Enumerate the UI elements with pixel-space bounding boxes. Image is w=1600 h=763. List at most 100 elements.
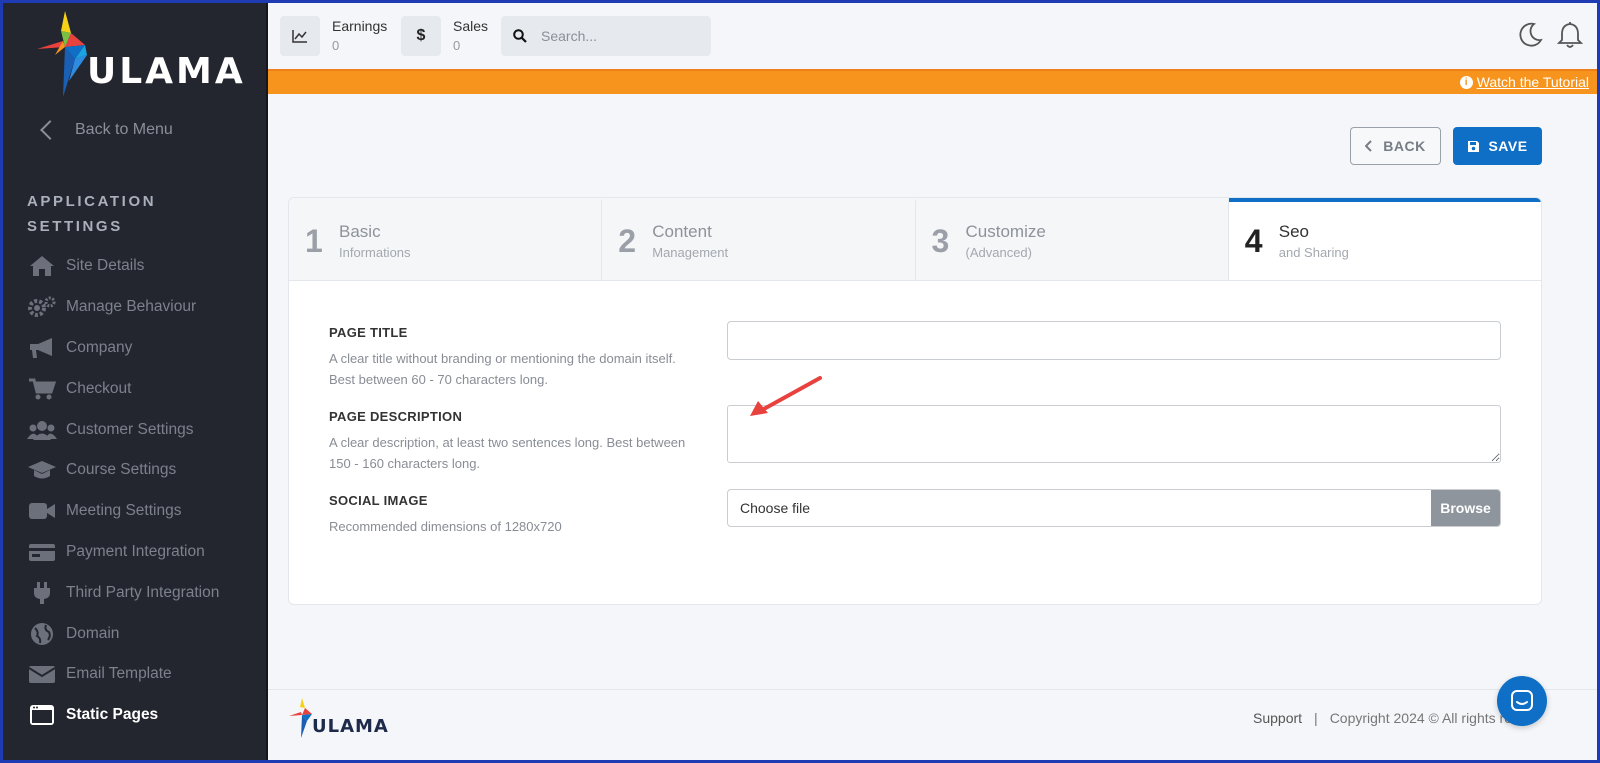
step-number: 4 bbox=[1244, 222, 1263, 259]
footer-links: Support | Copyright 2024 © All rights re… bbox=[1253, 710, 1519, 726]
sidebar-item-label: Meeting Settings bbox=[66, 502, 182, 520]
step-basic[interactable]: 1 Basic Informations bbox=[289, 198, 603, 280]
sales-label: Sales bbox=[453, 18, 489, 34]
sidebar-item-label: Customer Settings bbox=[66, 420, 194, 438]
gears-icon bbox=[27, 296, 57, 318]
earnings-stat[interactable]: Earnings 0 bbox=[280, 16, 387, 56]
seo-card: 1 Basic Informations 2 Content Managemen… bbox=[288, 197, 1542, 605]
dollar-icon: $ bbox=[401, 16, 441, 56]
wizard-steps: 1 Basic Informations 2 Content Managemen… bbox=[289, 198, 1541, 281]
topbar: Earnings 0 $ Sales 0 bbox=[268, 3, 1597, 69]
page-title-help: A clear title without branding or mentio… bbox=[329, 351, 676, 387]
sidebar-item-meeting-settings[interactable]: Meeting Settings bbox=[27, 491, 267, 532]
step-subtitle: Management bbox=[652, 245, 729, 260]
moon-icon[interactable] bbox=[1517, 21, 1543, 54]
step-seo[interactable]: 4 Seo and Sharing bbox=[1228, 198, 1541, 280]
sidebar-item-static-pages[interactable]: Static Pages bbox=[27, 695, 267, 736]
step-number: 1 bbox=[305, 222, 323, 259]
step-subtitle: Informations bbox=[339, 245, 411, 260]
step-number: 3 bbox=[931, 222, 950, 259]
graduation-cap-icon bbox=[27, 459, 57, 481]
back-to-menu-link[interactable]: Back to Menu bbox=[37, 120, 173, 140]
card-icon bbox=[27, 541, 57, 563]
sales-value: 0 bbox=[453, 38, 461, 53]
chat-icon bbox=[1511, 690, 1533, 711]
social-image-help: Recommended dimensions of 1280x720 bbox=[329, 519, 562, 534]
floppy-disk-icon bbox=[1468, 140, 1480, 152]
search-input[interactable] bbox=[541, 28, 701, 44]
save-button-label: SAVE bbox=[1488, 138, 1528, 154]
users-icon bbox=[27, 419, 57, 441]
save-button[interactable]: SAVE bbox=[1453, 127, 1542, 165]
social-image-label: SOCIAL IMAGE bbox=[329, 493, 428, 508]
step-customize[interactable]: 3 Customize (Advanced) bbox=[915, 198, 1229, 280]
file-placeholder: Choose file bbox=[740, 500, 811, 516]
earnings-value: 0 bbox=[332, 38, 340, 53]
tutorial-banner: i Watch the Tutorial bbox=[268, 69, 1597, 94]
annotation-arrow-icon bbox=[750, 376, 822, 416]
sidebar-item-course-settings[interactable]: Course Settings bbox=[27, 450, 267, 491]
cart-icon bbox=[27, 378, 57, 400]
watch-tutorial-link[interactable]: i Watch the Tutorial bbox=[1459, 74, 1589, 90]
back-to-menu-label: Back to Menu bbox=[75, 121, 173, 138]
step-content[interactable]: 2 Content Management bbox=[602, 198, 916, 280]
bell-icon[interactable] bbox=[1556, 21, 1584, 54]
home-icon bbox=[27, 255, 57, 277]
step-title: Seo bbox=[1278, 222, 1309, 241]
page-title-label: PAGE TITLE bbox=[329, 325, 408, 340]
section-title: APPLICATION SETTINGS bbox=[27, 193, 157, 235]
sidebar-item-label: Third Party Integration bbox=[66, 583, 220, 601]
copyright-text: Copyright 2024 © All rights res bbox=[1329, 710, 1519, 726]
step-subtitle: (Advanced) bbox=[965, 245, 1032, 260]
video-icon bbox=[27, 500, 57, 522]
info-icon: i bbox=[1459, 75, 1473, 89]
sales-stat[interactable]: $ Sales 0 bbox=[401, 16, 488, 56]
social-image-file-input[interactable]: Choose file Browse bbox=[727, 489, 1501, 527]
earnings-label: Earnings bbox=[332, 18, 388, 34]
support-link[interactable]: Support bbox=[1253, 710, 1302, 726]
sidebar-item-label: Static Pages bbox=[66, 706, 159, 724]
svg-text:ULAMA: ULAMA bbox=[312, 716, 388, 737]
sidebar-item-label: Manage Behaviour bbox=[66, 298, 197, 316]
chart-line-icon bbox=[280, 16, 320, 56]
sidebar-item-manage-behaviour[interactable]: Manage Behaviour bbox=[27, 287, 267, 328]
step-title: Basic bbox=[339, 222, 381, 241]
chevron-left-icon bbox=[1365, 140, 1372, 152]
page-title-input[interactable] bbox=[727, 321, 1501, 360]
browse-button[interactable]: Browse bbox=[1431, 490, 1500, 526]
sidebar-item-checkout[interactable]: Checkout bbox=[27, 368, 267, 409]
back-button-label: BACK bbox=[1383, 138, 1426, 154]
back-button[interactable]: BACK bbox=[1350, 127, 1441, 165]
search-bar[interactable] bbox=[501, 16, 711, 56]
sidebar-item-domain[interactable]: Domain bbox=[27, 613, 267, 654]
search-icon bbox=[505, 29, 535, 43]
page-description-help: A clear description, at least two senten… bbox=[329, 435, 686, 471]
app-window: ULAMA Back to Menu APPLICATION SETTINGS … bbox=[3, 3, 1597, 760]
sidebar-item-third-party-integration[interactable]: Third Party Integration bbox=[27, 572, 267, 613]
sidebar-item-company[interactable]: Company bbox=[27, 328, 267, 369]
window-icon bbox=[27, 704, 57, 726]
footer-separator: | bbox=[1314, 710, 1318, 726]
ulama-logo[interactable]: ULAMA bbox=[35, 11, 245, 101]
chevron-left-icon bbox=[40, 120, 60, 140]
watch-tutorial-label: Watch the Tutorial bbox=[1476, 74, 1589, 90]
sidebar-item-payment-integration[interactable]: Payment Integration bbox=[27, 532, 267, 573]
chat-launcher-button[interactable] bbox=[1497, 676, 1547, 726]
sidebar-item-customer-settings[interactable]: Customer Settings bbox=[27, 409, 267, 450]
megaphone-icon bbox=[27, 337, 57, 359]
step-subtitle: and Sharing bbox=[1278, 245, 1349, 260]
step-number: 2 bbox=[618, 222, 637, 259]
page-description-textarea[interactable] bbox=[727, 405, 1501, 463]
envelope-icon bbox=[27, 663, 57, 685]
sidebar-item-site-details[interactable]: Site Details bbox=[27, 246, 267, 287]
globe-icon bbox=[27, 622, 57, 645]
sidebar-item-label: Domain bbox=[66, 624, 120, 642]
sidebar-item-label: Company bbox=[66, 338, 133, 356]
footer-logo[interactable]: ULAMA bbox=[288, 698, 388, 743]
sidebar-item-email-template[interactable]: Email Template bbox=[27, 654, 267, 695]
sidebar-item-label: Checkout bbox=[66, 379, 132, 397]
plug-icon bbox=[27, 581, 57, 604]
step-title: Customize bbox=[965, 222, 1046, 241]
page-description-label: PAGE DESCRIPTION bbox=[329, 409, 463, 424]
top-icons bbox=[1517, 21, 1584, 54]
